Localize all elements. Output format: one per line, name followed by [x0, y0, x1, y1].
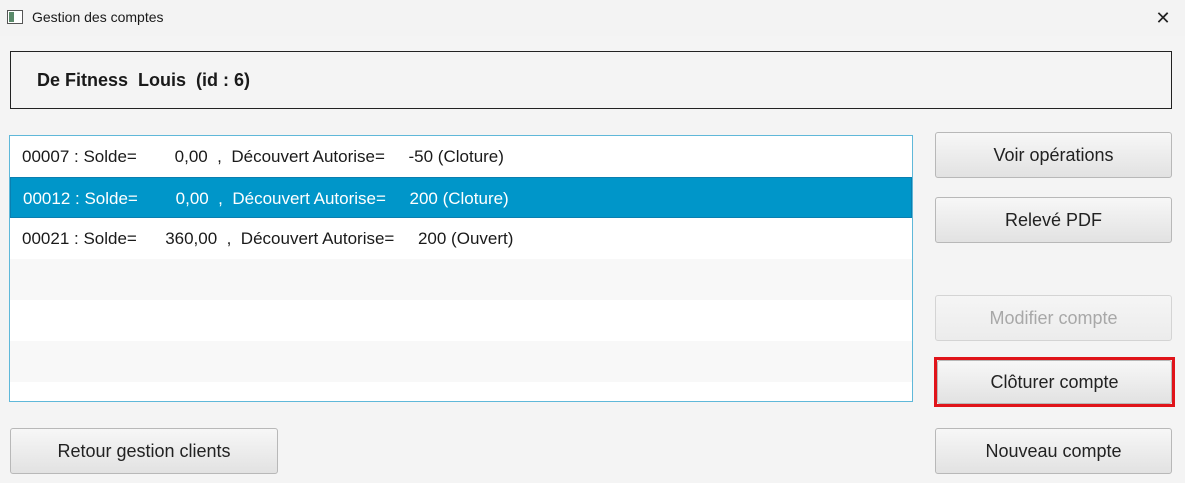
- main-content: De Fitness Louis (id : 6) 00007 : Solde=…: [0, 36, 1185, 483]
- title-bar: Gestion des comptes ✕: [0, 0, 1185, 36]
- app-window-icon: [7, 10, 23, 24]
- account-list[interactable]: 00007 : Solde= 0,00 , Découvert Autorise…: [9, 135, 913, 402]
- account-row[interactable]: 00007 : Solde= 0,00 , Découvert Autorise…: [10, 136, 912, 177]
- close-icon[interactable]: ✕: [1149, 4, 1177, 32]
- voir-operations-button[interactable]: Voir opérations: [935, 132, 1172, 178]
- client-header: De Fitness Louis (id : 6): [10, 51, 1172, 109]
- empty-row: [10, 382, 912, 401]
- account-row[interactable]: 00021 : Solde= 360,00 , Découvert Autori…: [10, 218, 912, 259]
- retour-gestion-clients-button[interactable]: Retour gestion clients: [10, 428, 278, 474]
- empty-row: [10, 341, 912, 382]
- empty-row: [10, 259, 912, 300]
- modifier-compte-button[interactable]: Modifier compte: [935, 295, 1172, 341]
- releve-pdf-button[interactable]: Relevé PDF: [935, 197, 1172, 243]
- client-label: De Fitness Louis (id : 6): [37, 69, 251, 90]
- nouveau-compte-button[interactable]: Nouveau compte: [935, 428, 1172, 474]
- empty-row: [10, 300, 912, 341]
- account-row-selected[interactable]: 00012 : Solde= 0,00 , Découvert Autorise…: [10, 177, 912, 218]
- window-title: Gestion des comptes: [32, 9, 164, 25]
- cloturer-compte-button[interactable]: Clôturer compte: [937, 360, 1172, 404]
